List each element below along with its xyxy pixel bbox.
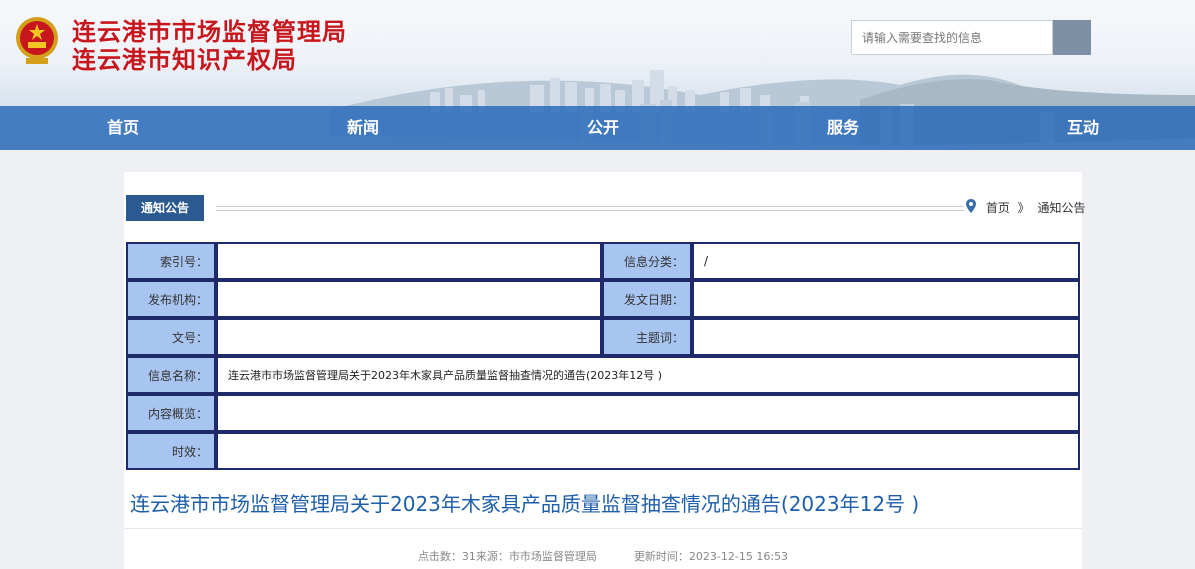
article-clicks-source: 点击数：31来源：市市场监督管理局 — [417, 550, 597, 563]
validity-value — [216, 432, 1080, 470]
issue-date-label: 发文日期： — [602, 280, 692, 318]
category-value: / — [692, 242, 1080, 280]
article-updated-time: 更新时间：2023-12-15 16:53 — [633, 550, 789, 563]
article-meta: 点击数：31来源：市市场监督管理局 更新时间：2023-12-15 16:53 — [124, 548, 1082, 564]
breadcrumb-current[interactable]: 通知公告 — [1038, 201, 1086, 215]
table-row: 内容概览： — [126, 394, 1080, 432]
table-row: 文号： 主题词： — [126, 318, 1080, 356]
category-label: 信息分类： — [602, 242, 692, 280]
doc-no-label: 文号： — [126, 318, 216, 356]
table-row: 时效： — [126, 432, 1080, 470]
summary-value — [216, 394, 1080, 432]
publisher-value — [216, 280, 602, 318]
validity-label: 时效： — [126, 432, 216, 470]
nav-item-interaction[interactable]: 互动 — [1038, 106, 1128, 150]
breadcrumb: 首页 》 通知公告 — [966, 199, 1086, 217]
main-nav: 首页 新闻 公开 服务 互动 — [0, 106, 1195, 150]
nav-item-public[interactable]: 公开 — [558, 106, 648, 150]
keywords-label: 主题词： — [602, 318, 692, 356]
location-pin-icon — [966, 199, 976, 213]
section-tag: 通知公告 — [126, 195, 204, 221]
org-name-intellectual-property: 连云港市知识产权局 — [72, 45, 297, 74]
search-input[interactable] — [851, 20, 1053, 55]
search-button[interactable] — [1053, 20, 1091, 55]
issue-date-value — [692, 280, 1080, 318]
info-name-value: 连云港市市场监督管理局关于2023年木家具产品质量监督抽查情况的通告(2023年… — [216, 356, 1080, 394]
article-divider — [124, 528, 1082, 529]
article-title: 连云港市市场监督管理局关于2023年木家具产品质量监督抽查情况的通告(2023年… — [130, 492, 920, 516]
breadcrumb-separator: 》 — [1017, 201, 1030, 215]
nav-item-news[interactable]: 新闻 — [318, 106, 408, 150]
nav-item-service[interactable]: 服务 — [798, 106, 888, 150]
national-emblem-icon — [16, 17, 58, 64]
breadcrumb-home[interactable]: 首页 — [986, 201, 1010, 215]
index-no-value — [216, 242, 602, 280]
keywords-value — [692, 318, 1080, 356]
table-row: 索引号： 信息分类： / — [126, 242, 1080, 280]
section-divider — [216, 206, 964, 211]
content-card: 通知公告 首页 》 通知公告 索引号： 信息分类： / 发布机构： 发文日期： … — [124, 172, 1086, 569]
summary-label: 内容概览： — [126, 394, 216, 432]
doc-no-value — [216, 318, 602, 356]
index-no-label: 索引号： — [126, 242, 216, 280]
table-row: 发布机构： 发文日期： — [126, 280, 1080, 318]
metadata-table: 索引号： 信息分类： / 发布机构： 发文日期： 文号： 主题词： 信息名称： … — [126, 242, 1080, 470]
nav-item-home[interactable]: 首页 — [78, 106, 168, 150]
table-row: 信息名称： 连云港市市场监督管理局关于2023年木家具产品质量监督抽查情况的通告… — [126, 356, 1080, 394]
publisher-label: 发布机构： — [126, 280, 216, 318]
info-name-label: 信息名称： — [126, 356, 216, 394]
